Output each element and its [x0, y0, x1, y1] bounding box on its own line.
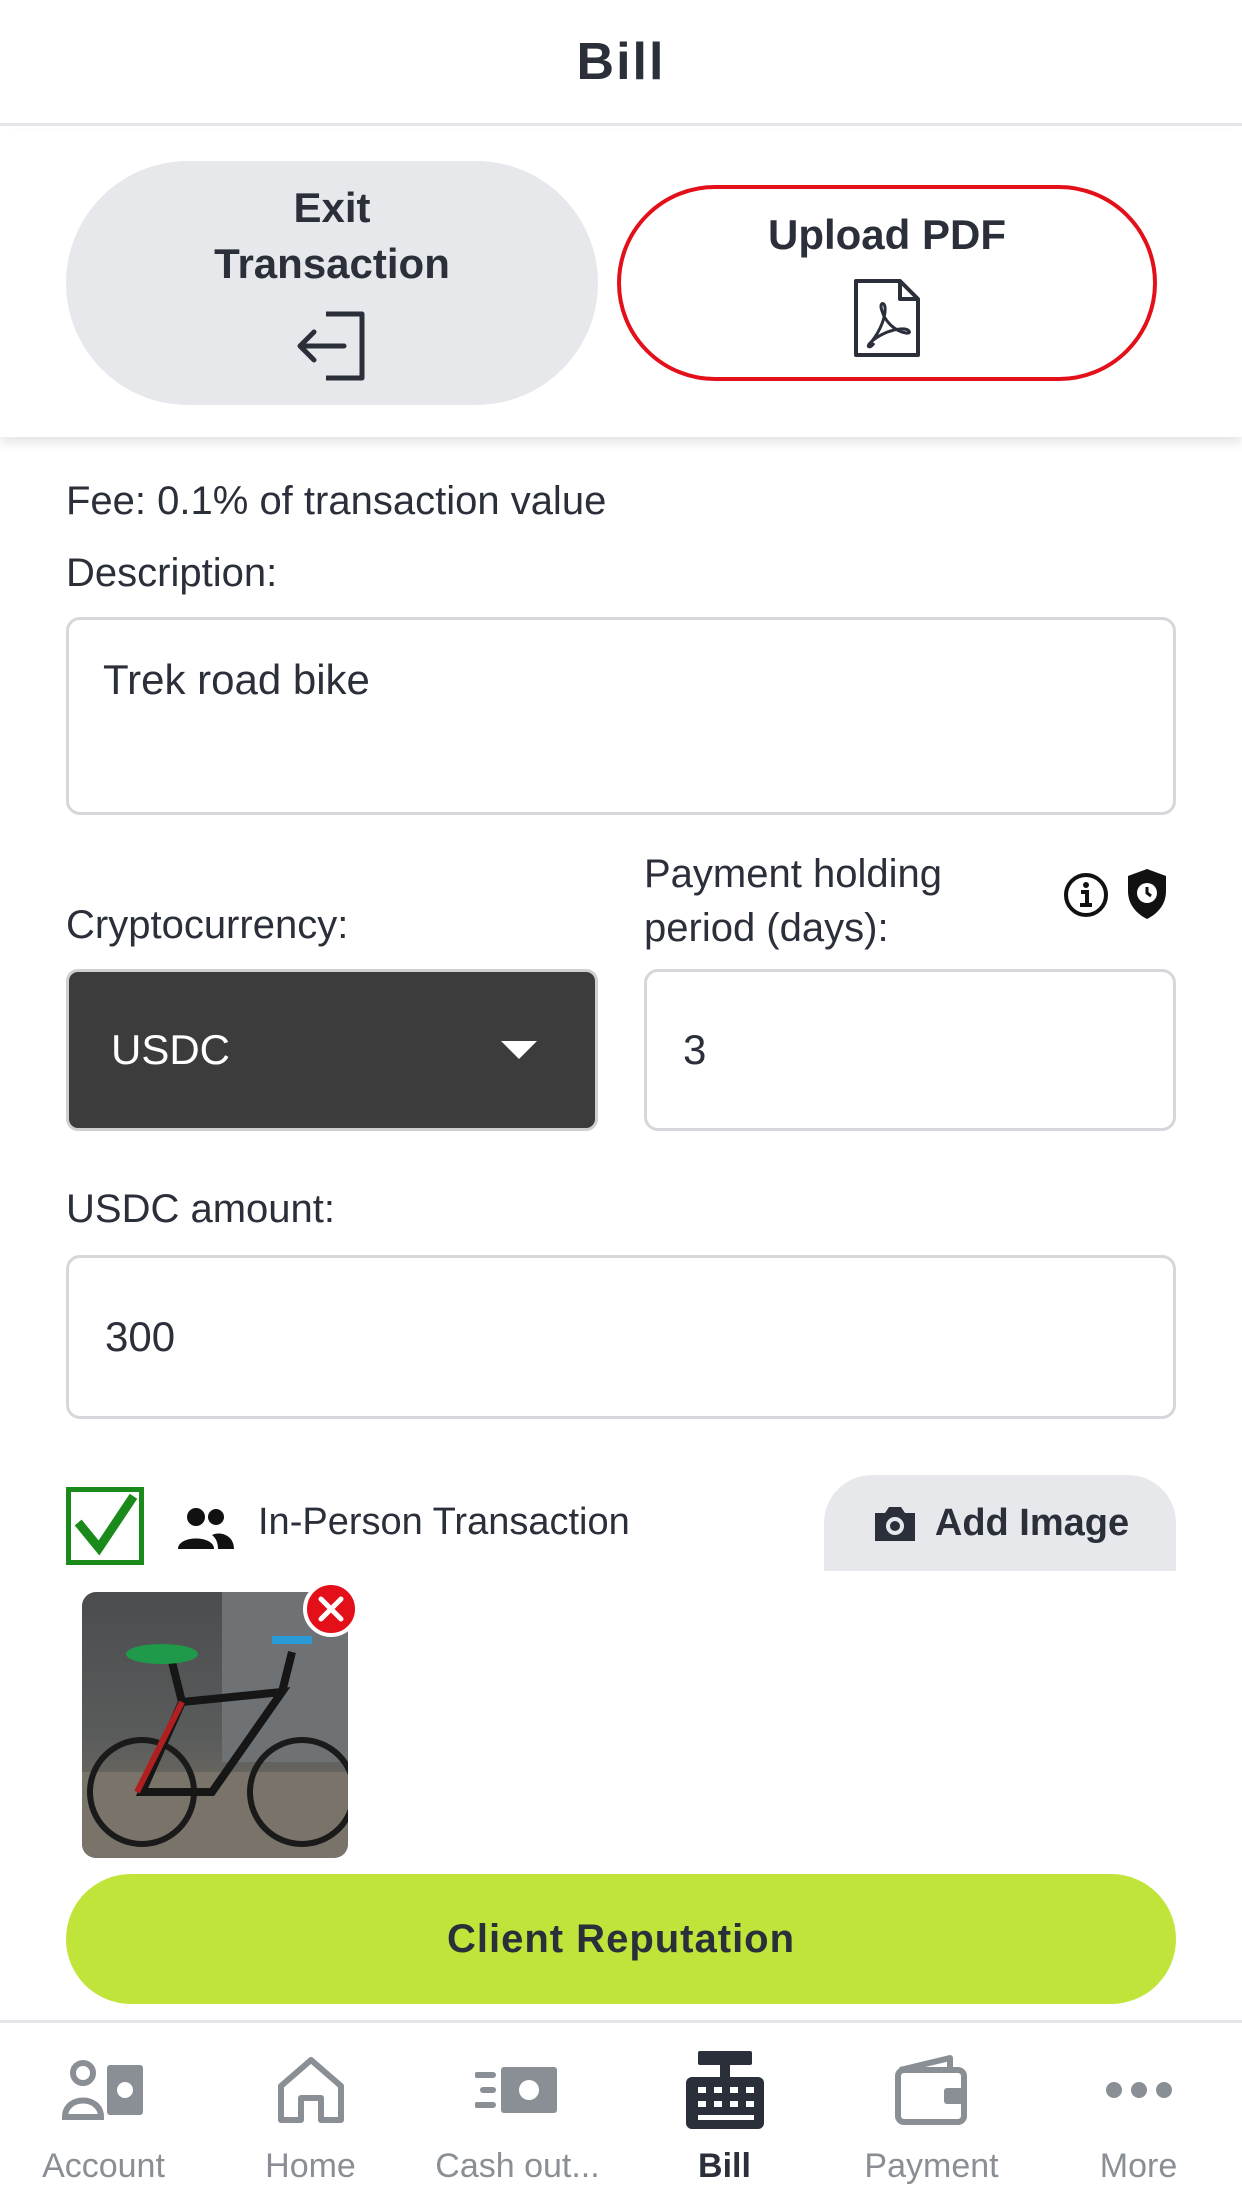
- holding-period-input[interactable]: 3: [644, 969, 1176, 1131]
- chevron-down-icon: [501, 1041, 537, 1059]
- description-input[interactable]: Trek road bike: [66, 617, 1176, 815]
- in-person-checkbox[interactable]: [66, 1487, 144, 1565]
- tab-label: Home: [265, 2147, 356, 2185]
- cryptocurrency-label: Cryptocurrency:: [66, 903, 349, 947]
- camera-icon: [874, 1507, 915, 1541]
- wallet-icon: [894, 2055, 967, 2125]
- add-image-button[interactable]: Add Image: [824, 1475, 1176, 1571]
- bottom-tab-bar: Account Home Cash out... Bill Payment Mo…: [0, 2020, 1242, 2208]
- exit-transaction-label: Exit Transaction: [214, 184, 450, 287]
- more-icon: [1105, 2082, 1172, 2098]
- cash-out-icon: [474, 2067, 557, 2113]
- shield-clock-icon[interactable]: [1124, 867, 1170, 921]
- cryptocurrency-value: USDC: [111, 1026, 231, 1073]
- tab-account[interactable]: Account: [0, 2023, 207, 2208]
- app-header: Bill: [0, 0, 1242, 126]
- client-reputation-label: Client Reputation: [446, 1916, 796, 1961]
- tab-label: More: [1099, 2147, 1178, 2185]
- tab-cash-out[interactable]: Cash out...: [414, 2023, 621, 2208]
- tab-home[interactable]: Home: [207, 2023, 414, 2208]
- holding-period-label: Payment holding period (days):: [644, 852, 942, 950]
- client-reputation-button[interactable]: Client Reputation: [66, 1874, 1176, 2004]
- remove-image-icon[interactable]: [302, 1580, 360, 1638]
- exit-icon: [297, 311, 365, 381]
- description-label: Description:: [66, 551, 278, 595]
- amount-input[interactable]: 300: [66, 1255, 1176, 1419]
- pdf-file-icon: [854, 279, 920, 357]
- cash-register-icon: [685, 2051, 764, 2129]
- upload-pdf-button[interactable]: Upload PDF: [617, 185, 1157, 381]
- home-icon: [277, 2057, 344, 2123]
- in-person-label: In-Person Transaction: [258, 1501, 630, 1543]
- tab-bill[interactable]: Bill: [621, 2023, 828, 2208]
- tab-label: Bill: [698, 2147, 751, 2185]
- action-bar: Exit Transaction Upload PDF: [0, 129, 1242, 437]
- upload-pdf-label: Upload PDF: [768, 211, 1006, 258]
- exit-transaction-button[interactable]: Exit Transaction: [66, 161, 598, 405]
- fee-text: Fee: 0.1% of transaction value: [66, 479, 607, 523]
- tab-label: Cash out...: [435, 2147, 600, 2185]
- people-icon: [178, 1508, 234, 1549]
- cryptocurrency-select[interactable]: USDC: [66, 969, 598, 1131]
- checkmark-icon: [74, 1493, 138, 1556]
- amount-label: USDC amount:: [66, 1187, 335, 1231]
- tab-payment[interactable]: Payment: [828, 2023, 1035, 2208]
- tab-label: Payment: [864, 2147, 999, 2185]
- add-image-label: Add Image: [934, 1501, 1130, 1544]
- tab-more[interactable]: More: [1035, 2023, 1242, 2208]
- page-title: Bill: [576, 32, 666, 91]
- info-icon[interactable]: [1062, 871, 1110, 919]
- tab-label: Account: [42, 2147, 165, 2185]
- account-icon: [61, 2060, 143, 2120]
